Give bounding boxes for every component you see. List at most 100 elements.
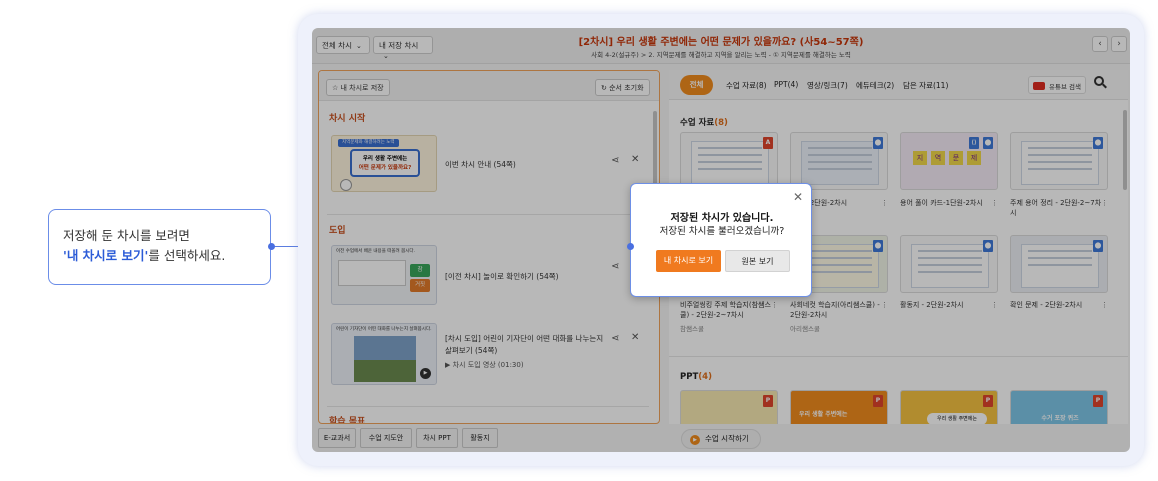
- share-icon[interactable]: ⋖: [611, 261, 619, 272]
- document-preview: [1021, 141, 1099, 185]
- tab-lesson-ppt[interactable]: 차시 PPT: [416, 428, 458, 448]
- tab-lesson-plan[interactable]: 수업 지도안: [360, 428, 412, 448]
- divider: [327, 214, 649, 215]
- share-icon[interactable]: ⋖: [611, 333, 619, 344]
- lesson-thumbnail[interactable]: 어린이 기자단이 어떤 대화를 나누는지 살펴봅시다. ▶: [331, 323, 437, 385]
- ppt-thumb-text: 우리 생활 주변에는: [799, 411, 848, 418]
- tab-saved-materials[interactable]: 담은 자료(11): [903, 80, 948, 91]
- tab-edutech[interactable]: 에듀테크(2): [856, 80, 894, 91]
- more-icon[interactable]: ⋮: [881, 300, 888, 310]
- thumbnail-header: 이전 수업에서 배운 내용을 떠올려 봅시다.: [336, 249, 415, 254]
- tab-ppt[interactable]: PPT(4): [774, 80, 798, 89]
- document-preview: [691, 141, 769, 185]
- materials-filter-bar: 전체 수업 자료(8) PPT(4) 영상/링크(7) 에듀테크(2) 담은 자…: [669, 70, 1128, 100]
- card-label: 활동지 - 2단원-2차시 ⋮: [900, 300, 998, 310]
- view-my-lesson-button[interactable]: 내 차시로 보기: [656, 250, 721, 272]
- thumbnail-line-1: 우리 생활 주변에는: [362, 156, 408, 162]
- word-cards: 지 역 문 제: [913, 151, 987, 165]
- document-preview: [911, 244, 989, 288]
- material-card[interactable]: A: [680, 132, 778, 190]
- doc-icon: ⬤: [983, 137, 993, 149]
- scrollbar-thumb[interactable]: [1123, 110, 1127, 190]
- star-icon: ☆: [332, 84, 341, 92]
- more-icon[interactable]: ⋮: [771, 300, 778, 310]
- word-card: 제: [967, 151, 981, 165]
- play-icon: ▶: [690, 435, 700, 445]
- close-icon[interactable]: ✕: [631, 154, 639, 165]
- thumbnail-header: 어린이 기자단이 어떤 대화를 나누는지 살펴봅시다.: [336, 327, 432, 332]
- material-card[interactable]: ⬤: [790, 132, 888, 190]
- material-card[interactable]: ⬤: [1010, 235, 1108, 293]
- material-card[interactable]: 지 역 문 제 ⟨⟩ ⬤: [900, 132, 998, 190]
- doc-icon: ⬤: [873, 240, 883, 252]
- tab-worksheet[interactable]: 활동지: [462, 428, 498, 448]
- video-sub-label: ▶ 차시 도입 영상 (01:30): [445, 361, 524, 369]
- reset-order-label: 순서 초기화: [609, 84, 644, 92]
- thumbnail-tag: 지역문제와 해결하려는 노력: [338, 139, 399, 147]
- lesson-breadcrumb: 사회 4-2(설규주) > 2. 지역문제를 해결하고 지역을 알리는 노력 -…: [591, 51, 851, 59]
- more-icon[interactable]: ⋮: [1101, 198, 1108, 208]
- doc-icon: ⬤: [1093, 240, 1103, 252]
- doc-icon: ⬤: [983, 240, 993, 252]
- word-card: 지: [913, 151, 927, 165]
- tab-materials[interactable]: 수업 자료(8): [726, 80, 767, 91]
- tab-all[interactable]: 전체: [680, 75, 713, 95]
- ppt-card[interactable]: P: [680, 390, 778, 424]
- callout-line-2: '내 차시로 보기'를 선택하세요.: [63, 246, 256, 266]
- more-icon[interactable]: ⋮: [991, 198, 998, 208]
- true-chip: 참: [410, 264, 430, 277]
- more-icon[interactable]: ⋮: [881, 198, 888, 208]
- ppt-icon: P: [763, 395, 773, 407]
- card-label-text: 사회네컷 학습지(아리쌤스쿨) - 2단원-2차시: [790, 301, 880, 319]
- ppt-card[interactable]: 수거 포장 퀴즈 P: [1010, 390, 1108, 424]
- item-label: [이전 차시] 놀이로 확인하기 (54쪽): [445, 272, 559, 281]
- save-my-lesson-button[interactable]: ☆ 내 차시로 저장: [326, 79, 390, 96]
- lesson-thumbnail[interactable]: 지역문제와 해결하려는 노력 우리 생활 주변에는 어떤 문제가 있을까요?: [331, 135, 437, 192]
- thumbnail-question-box: [338, 260, 406, 286]
- save-my-lesson-label: 내 차시로 저장: [340, 84, 384, 92]
- youtube-search-button[interactable]: 유튜브 검색: [1028, 76, 1086, 94]
- more-icon[interactable]: ⋮: [991, 300, 998, 310]
- play-icon[interactable]: ▶: [420, 368, 431, 379]
- tab-video-link[interactable]: 영상/링크(7): [807, 80, 848, 91]
- close-icon[interactable]: ✕: [793, 190, 803, 204]
- prev-lesson-button[interactable]: ‹: [1092, 36, 1108, 52]
- ppt-card[interactable]: 우리 생활 주변에는 P: [900, 390, 998, 424]
- share-icon[interactable]: ⋖: [611, 155, 619, 166]
- divider: [327, 406, 649, 407]
- doc-icon: ⬤: [873, 137, 883, 149]
- lesson-thumbnail[interactable]: 이전 수업에서 배운 내용을 떠올려 봅시다. 참 거짓: [331, 245, 437, 305]
- video-sub-text: 차시 도입 영상 (01:30): [452, 361, 524, 369]
- lesson-flow-panel: ☆ 내 차시로 저장 ↻ 순서 초기화 차시 시작 지역문제와 해결하려는 노력…: [318, 70, 660, 424]
- connector-end-dot: [627, 243, 634, 250]
- section-ppt-count: (4): [698, 372, 712, 382]
- material-card[interactable]: ⬤: [900, 235, 998, 293]
- search-icon[interactable]: [1094, 76, 1108, 90]
- code-icon: ⟨⟩: [969, 137, 979, 149]
- card-source: 아리쌤스쿨: [790, 325, 820, 333]
- more-icon[interactable]: ⋮: [1101, 300, 1108, 310]
- card-label-text: 주제 용어 정리 - 2단원-2~7차시: [1010, 199, 1102, 217]
- section-title-ppt: PPT(4): [680, 372, 712, 382]
- start-class-label: 수업 시작하기: [705, 434, 749, 443]
- word-card: 역: [931, 151, 945, 165]
- view-original-button[interactable]: 원본 보기: [725, 250, 790, 272]
- material-card[interactable]: ⬤: [1010, 132, 1108, 190]
- reset-order-button[interactable]: ↻ 순서 초기화: [595, 79, 650, 96]
- dialog-title: 저장된 차시가 있습니다.: [670, 213, 774, 224]
- start-class-button[interactable]: ▶ 수업 시작하기: [681, 429, 761, 449]
- section-title-intro: 도입: [329, 226, 346, 236]
- tooltip-callout: 저장해 둔 차시를 보려면 '내 차시로 보기'를 선택하세요.: [48, 209, 271, 285]
- item-label-text: [차시 도입] 어린이 기자단이 어떤 대화를 나누는지 살펴보기 (54쪽): [445, 334, 604, 355]
- next-lesson-button[interactable]: ›: [1111, 36, 1127, 52]
- ppt-card[interactable]: 우리 생활 주변에는 P: [790, 390, 888, 424]
- ppt-thumb-text: 수거 포장 퀴즈: [1041, 415, 1079, 422]
- divider: [669, 356, 1128, 357]
- false-chip: 거짓: [410, 279, 430, 292]
- document-preview: [801, 244, 879, 288]
- close-icon[interactable]: ✕: [631, 332, 639, 343]
- tab-e-textbook[interactable]: E-교과서: [318, 428, 356, 448]
- document-preview: [1021, 244, 1099, 288]
- ppt-icon: P: [873, 395, 883, 407]
- callout-line-2-rest: 를 선택하세요.: [148, 248, 226, 263]
